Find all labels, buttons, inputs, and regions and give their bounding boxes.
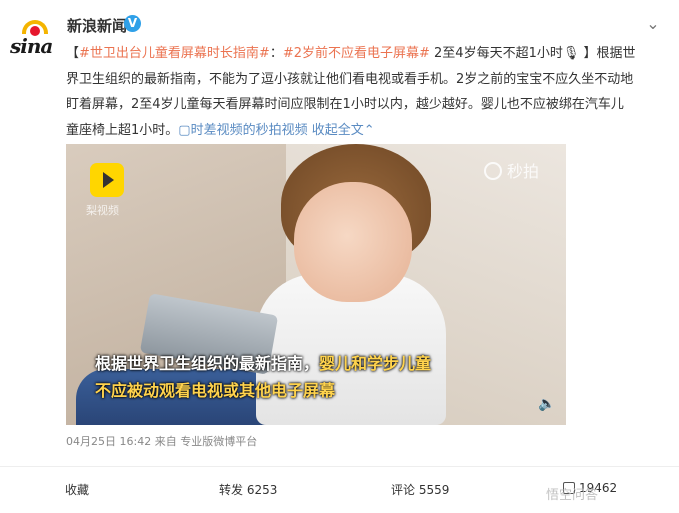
video-player[interactable]: 梨视频 秒拍 根据世界卫生组织的最新指南，婴儿和学步儿童 不应被动观看电视或其他… bbox=[66, 144, 566, 425]
post-body-2: 2至4岁每天不超1小时 bbox=[429, 46, 563, 61]
comment-button[interactable]: 评论 5559 bbox=[391, 481, 449, 498]
watermark-text: 秒拍 bbox=[507, 162, 540, 181]
watermark-ring-icon bbox=[484, 162, 502, 180]
speaker-icon[interactable]: 🔈 bbox=[538, 396, 556, 412]
post-meta: 04月25日 16:42 来自 专业版微博平台 bbox=[66, 433, 257, 449]
post-colon: ： bbox=[269, 46, 283, 61]
wukong-watermark: 悟空问答 bbox=[546, 488, 599, 503]
app-logo-icon bbox=[90, 163, 124, 197]
microphone-icon: 🎙 bbox=[562, 46, 580, 61]
hashtag-link[interactable]: #世卫出台儿童看屏幕时长指南# bbox=[79, 46, 270, 61]
sina-logo: sina bbox=[10, 34, 53, 58]
post-text: 【#世卫出台儿童看屏幕时长指南#：#2岁前不应看电子屏幕# 2至4岁每天不超1小… bbox=[66, 41, 636, 143]
divider bbox=[0, 466, 679, 467]
collapse-text-button[interactable]: 收起全文⌃ bbox=[312, 123, 375, 138]
avatar[interactable]: sina bbox=[8, 14, 58, 58]
subtitle-1-text: 根据世界卫生组织的最新指南， bbox=[95, 354, 320, 373]
video-link-text: 时差视频的秒拍视频 bbox=[190, 122, 308, 138]
video-subtitle-2: 不应被动观看电视或其他电子屏幕 bbox=[95, 377, 335, 401]
open-bracket: 【 bbox=[66, 46, 80, 61]
miaopai-watermark: 秒拍 bbox=[484, 158, 539, 182]
post-date[interactable]: 04月25日 16:42 bbox=[66, 435, 151, 448]
chevron-down-icon[interactable]: ⌄ bbox=[643, 14, 663, 34]
video-subtitle-1: 根据世界卫生组织的最新指南，婴儿和学步儿童 bbox=[95, 350, 431, 374]
verified-badge: V bbox=[124, 15, 141, 32]
repost-button[interactable]: 转发 6253 bbox=[219, 481, 277, 498]
favorite-button[interactable]: 收藏 bbox=[65, 481, 89, 498]
subtitle-2-text: 不应被动观看电视或其他电子屏幕 bbox=[95, 381, 336, 400]
post-source: 来自 专业版微博平台 bbox=[154, 435, 258, 448]
video-child-face bbox=[294, 182, 412, 302]
account-name[interactable]: 新浪新闻 bbox=[67, 15, 127, 36]
hashtag-link-2[interactable]: #2岁前不应看电子屏幕# bbox=[283, 46, 430, 61]
subtitle-1-highlight: 婴儿和学步儿童 bbox=[319, 354, 432, 373]
app-logo-label: 梨视频 bbox=[86, 204, 119, 217]
collapse-label: 收起全文 bbox=[311, 122, 364, 138]
video-link[interactable]: ▢时差视频的秒拍视频 bbox=[178, 123, 307, 138]
